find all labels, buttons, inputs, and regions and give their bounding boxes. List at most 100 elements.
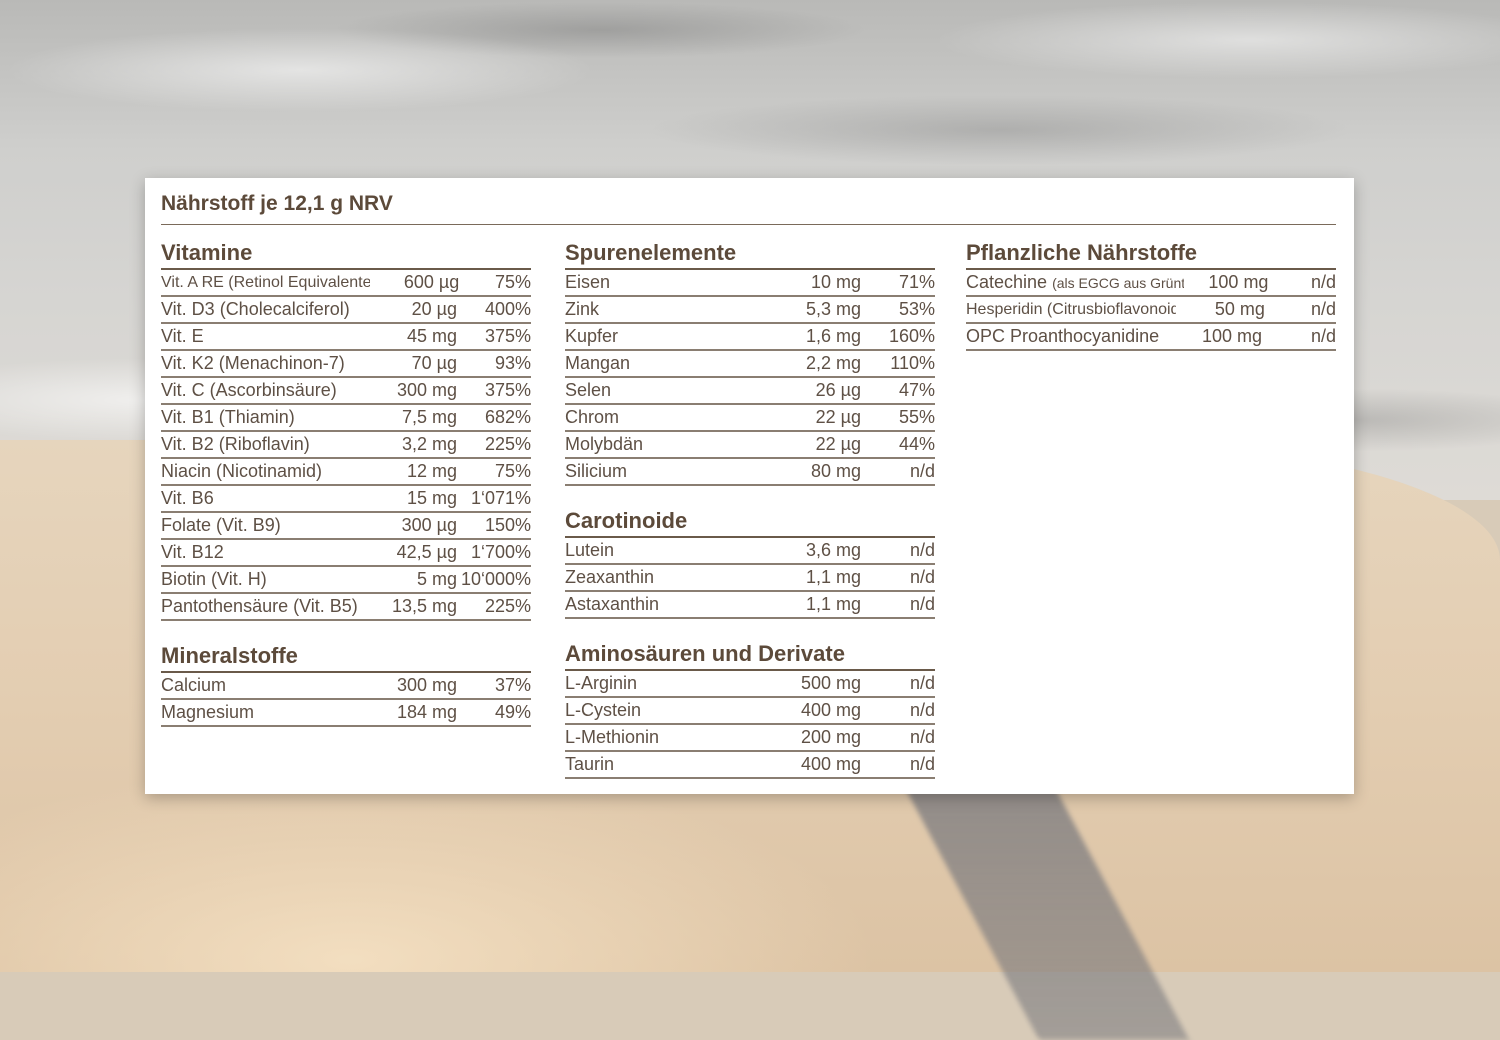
nutrient-name: OPC Proanthocyanidine — [966, 326, 1160, 346]
nutrient-row: Vit. B6 15 mg 1‘071% — [161, 486, 531, 513]
nutrient-nrv: 110% — [890, 353, 935, 373]
section-title: Vitamine — [161, 238, 531, 270]
nutrient-row: Niacin (Nicotinamid) 12 mg 75% — [161, 459, 531, 486]
nutrient-row: Calcium 300 mg 37% — [161, 673, 531, 700]
nutrient-name: Biotin (Vit. H) — [161, 569, 267, 589]
nutrient-name: Astaxanthin — [565, 594, 660, 614]
nutrient-row: Zink 5,3 mg 53% — [565, 297, 935, 324]
nutrient-nrv: 53% — [898, 299, 935, 319]
nutrient-name: L-Methionin — [565, 727, 660, 747]
nutrient-row: Eisen 10 mg 71% — [565, 270, 935, 297]
nutrient-name: Selen — [565, 380, 612, 400]
nutrient-nrv: n/d — [909, 754, 935, 774]
nutrient-amount: 13,5 mg — [391, 596, 457, 616]
nutrient-row: Vit. D3 (Cholecalciferol) 20 µg 400% — [161, 297, 531, 324]
nutrient-nrv: 375% — [484, 380, 531, 400]
nutrient-amount: 80 mg — [810, 461, 861, 481]
section-vitamine: Vitamine Vit. A RE (Retinol Equivalente) 6… — [161, 238, 531, 621]
nutrient-amount: 12 mg — [406, 461, 457, 481]
nutrient-name: L-Cystein — [565, 700, 642, 720]
nutrient-name: Molybdän — [565, 434, 644, 454]
nutrient-name: Hesperidin (Citrusbioflavonoid) — [966, 301, 1177, 318]
nutrient-nrv: 1‘071% — [470, 488, 531, 508]
nutrient-amount: 400 mg — [800, 700, 861, 720]
nutrient-nrv: n/d — [1310, 326, 1336, 346]
nutrient-amount: 500 mg — [800, 673, 861, 693]
nutrient-nrv: 160% — [888, 326, 935, 346]
nutrient-nrv: 75% — [494, 461, 531, 481]
nutrient-amount: 70 µg — [411, 353, 457, 373]
nutrient-nrv: 47% — [898, 380, 935, 400]
nutrient-nrv: n/d — [909, 594, 935, 614]
nutrient-amount: 20 µg — [411, 299, 457, 319]
nutrient-nrv: 1‘700% — [470, 542, 531, 562]
nutrient-amount: 5,3 mg — [805, 299, 861, 319]
nutrient-nrv: 10‘000% — [460, 569, 531, 589]
nutrient-row: Magnesium 184 mg 49% — [161, 700, 531, 727]
nutrient-nrv: n/d — [909, 567, 935, 587]
nutrient-amount: 100 mg — [1201, 326, 1262, 346]
nutrient-table-card: Nährstoff je 12,1 g NRV Vitamine Vit. A R… — [145, 178, 1354, 794]
nutrient-nrv: 55% — [898, 407, 935, 427]
section-mineralstoffe: Mineralstoffe Calcium 300 mg 37% Magnesium 18… — [161, 641, 531, 727]
nutrient-amount: 2,2 mg — [805, 353, 861, 373]
section-title: Mineralstoffe — [161, 641, 531, 673]
nutrient-nrv: 400% — [484, 299, 531, 319]
nutrient-nrv: 93% — [494, 353, 531, 373]
nutrient-nrv: 150% — [484, 515, 531, 535]
nutrient-row: Vit. C (Ascorbinsäure) 300 mg 375% — [161, 378, 531, 405]
nutrient-name: Vit. D3 (Cholecalciferol) — [161, 299, 350, 319]
nutrient-amount: 50 mg — [1214, 299, 1265, 319]
nutrient-name: Catechine (als EGCG aus Grüntee) — [966, 270, 1184, 296]
nutrient-row: L-Arginin 500 mg n/d — [565, 671, 935, 698]
nutrient-amount: 1,6 mg — [805, 326, 861, 346]
nutrient-amount: 7,5 mg — [401, 407, 457, 427]
nutrient-name: Lutein — [565, 540, 615, 560]
nutrient-amount: 22 µg — [815, 407, 861, 427]
nutrient-nrv: n/d — [1310, 272, 1336, 292]
nutrient-nrv: 37% — [494, 675, 531, 695]
nutrient-name: Calcium — [161, 675, 227, 695]
nutrient-name: Vit. B12 — [161, 542, 224, 562]
nutrient-row: Chrom 22 µg 55% — [565, 405, 935, 432]
column-2: Spurenelemente Eisen 10 mg 71% Zink 5,3 mg 53%… — [565, 238, 935, 799]
nutrient-name: Zink — [565, 299, 600, 319]
nutrient-row: Biotin (Vit. H) 5 mg 10‘000% — [161, 567, 531, 594]
nutrient-amount: 22 µg — [815, 434, 861, 454]
nutrient-nrv: n/d — [909, 461, 935, 481]
section-title: Carotinoide — [565, 506, 935, 538]
nutrient-row: Vit. B12 42,5 µg 1‘700% — [161, 540, 531, 567]
nutrient-nrv: n/d — [909, 727, 935, 747]
nutrient-nrv: n/d — [909, 673, 935, 693]
nutrient-name-main: Catechine — [966, 271, 1048, 292]
nutrient-amount: 5 mg — [416, 569, 457, 589]
nutrient-amount: 300 mg — [396, 380, 457, 400]
nutrient-name: Vit. A RE (Retinol Equivalente) — [161, 274, 371, 291]
section-carotinoide: Carotinoide Lutein 3,6 mg n/d Zeaxanthin 1,1 … — [565, 506, 935, 619]
nutrient-name: Silicium — [565, 461, 628, 481]
nutrient-name: Zeaxanthin — [565, 567, 655, 587]
nutrient-row: Zeaxanthin 1,1 mg n/d — [565, 565, 935, 592]
title-divider — [161, 224, 1336, 225]
nutrient-nrv: 71% — [898, 272, 935, 292]
nutrient-nrv: 225% — [484, 434, 531, 454]
nutrient-row: Lutein 3,6 mg n/d — [565, 538, 935, 565]
nutrient-name: Mangan — [565, 353, 631, 373]
nutrient-nrv: 44% — [898, 434, 935, 454]
nutrient-row: Taurin 400 mg n/d — [565, 752, 935, 779]
nutrient-name-note: (als EGCG aus Grüntee) — [1052, 274, 1185, 291]
section-title: Spurenelemente — [565, 238, 935, 270]
nutrient-name: Taurin — [565, 754, 615, 774]
nutrient-name: Folate (Vit. B9) — [161, 515, 281, 535]
section-pflanzliche: Pflanzliche Nährstoffe Catechine (als EGC… — [966, 238, 1336, 351]
nutrient-amount: 1,1 mg — [805, 567, 861, 587]
nutrient-row: OPC Proanthocyanidine 100 mg n/d — [966, 324, 1336, 351]
nutrient-nrv: 75% — [494, 272, 531, 292]
nutrient-nrv: 225% — [484, 596, 531, 616]
nutrient-name: Niacin (Nicotinamid) — [161, 461, 323, 481]
nutrient-amount: 600 µg — [403, 272, 460, 292]
nutrient-row: Folate (Vit. B9) 300 µg 150% — [161, 513, 531, 540]
nutrient-name: Vit. B2 (Riboflavin) — [161, 434, 310, 454]
nutrient-nrv: n/d — [909, 540, 935, 560]
page-title: Nährstoff je 12,1 g NRV — [161, 192, 393, 215]
